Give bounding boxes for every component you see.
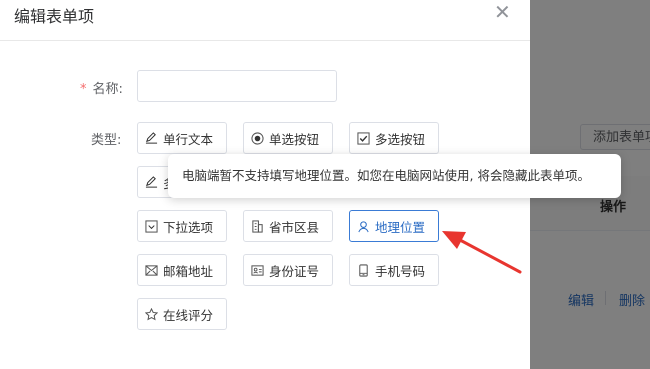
name-label: * 名称: [80, 82, 123, 97]
type-option-label: 多选按钮 [375, 131, 426, 147]
geo-location-tooltip: 电脑端暂不支持填写地理位置。如您在电脑网站使用, 将会隐藏此表单项。 [168, 154, 621, 198]
type-option-idcard[interactable]: 身份证号 [243, 254, 333, 286]
type-option-single-text[interactable]: 单行文本 [137, 122, 227, 154]
type-option-postal[interactable]: 邮箱地址 [137, 254, 227, 286]
type-option-province[interactable]: 省市区县 [243, 210, 333, 242]
type-option-checkbox[interactable]: 多选按钮 [349, 122, 439, 154]
type-option-dropdown[interactable]: 下拉选项 [137, 210, 227, 242]
dialog-title: 编辑表单项 [14, 7, 95, 26]
type-option-label: 手机号码 [375, 263, 426, 279]
type-option-geo-location[interactable]: 地理位置 [349, 210, 439, 242]
type-option-phone[interactable]: 手机号码 [349, 254, 439, 286]
type-option-label: 下拉选项 [163, 219, 214, 235]
dropdown-icon [145, 219, 158, 233]
type-option-radio[interactable]: 单选按钮 [243, 122, 333, 154]
type-label: 类型: [91, 133, 122, 148]
phone-icon [357, 263, 370, 277]
location-pin-icon [357, 220, 370, 233]
id-card-icon [251, 264, 264, 277]
type-option-label: 单选按钮 [269, 131, 320, 147]
dialog-header: 编辑表单项 ✕ [0, 0, 530, 41]
star-icon [145, 307, 158, 321]
required-asterisk: * [80, 82, 87, 97]
type-option-label: 地理位置 [375, 219, 426, 235]
mail-icon [145, 264, 158, 277]
edit-icon [145, 175, 158, 189]
type-option-label: 身份证号 [269, 263, 320, 279]
building-icon [251, 219, 264, 233]
radio-icon [251, 131, 264, 145]
edit-form-item-dialog: 编辑表单项 ✕ *名称: 类型: 单行文本 单选按钮 多选按钮 多 下拉选项 省… [0, 0, 621, 369]
type-option-rating[interactable]: 在线评分 [137, 298, 227, 330]
edit-icon [145, 131, 158, 145]
checkbox-icon [357, 131, 370, 145]
close-icon[interactable]: ✕ [494, 0, 511, 24]
type-option-label: 单行文本 [163, 131, 214, 147]
type-option-label: 在线评分 [163, 307, 214, 323]
type-option-label: 省市区县 [269, 219, 320, 235]
type-option-label: 邮箱地址 [163, 263, 214, 279]
name-input[interactable] [137, 70, 337, 102]
